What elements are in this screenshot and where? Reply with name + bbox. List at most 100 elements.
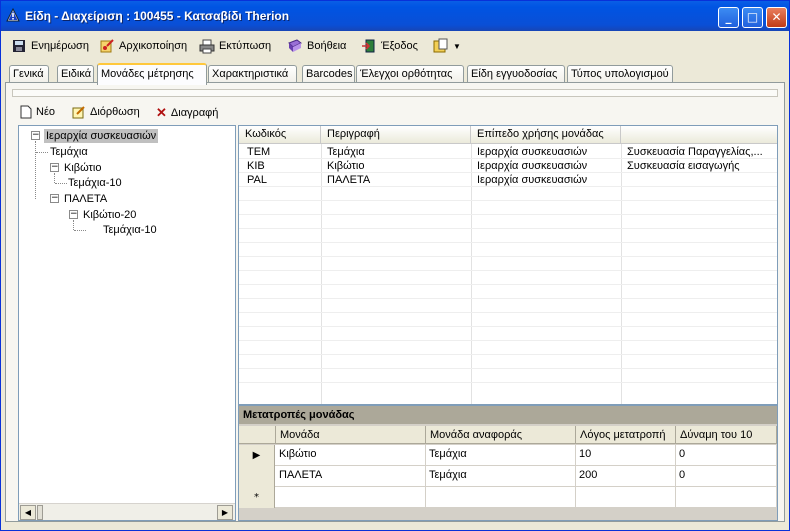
tab-panel-measurement-units: Νέο Διόρθωση ✕ Διαγραφή − Ιεραρχία συσκε… (5, 82, 785, 522)
table-cell[interactable]: Συσκευασία Παραγγελίας,... (621, 145, 777, 159)
table-cell[interactable]: TEM (241, 145, 321, 159)
new-button[interactable]: Νέο (20, 105, 55, 119)
table-cell[interactable]: 200 (576, 466, 676, 487)
table-cell[interactable]: Τεμάχια (426, 466, 576, 487)
tree-node[interactable]: ΠΑΛΕΤΑ (64, 192, 107, 206)
delete-button[interactable]: ✕ Διαγραφή (156, 105, 218, 121)
col-header-extra[interactable] (621, 126, 777, 144)
table-cell[interactable]: Τεμάχια (426, 445, 576, 466)
table-cell[interactable]: Ιεραρχία συσκευασιών (471, 173, 621, 187)
table-row[interactable]: ▶ Κιβώτιο Τεμάχια 10 0 (239, 445, 777, 466)
folder-menu-icon (433, 38, 448, 53)
tab-general[interactable]: Γενικά (9, 65, 49, 83)
table-cell[interactable]: Κιβώτιο (321, 159, 471, 173)
col-header-reference-unit[interactable]: Μονάδα αναφοράς (426, 426, 576, 444)
help-label: Βοήθεια (307, 40, 347, 52)
edit-icon (72, 106, 85, 119)
exit-icon (362, 39, 375, 53)
table-cell[interactable]: Συσκευασία εισαγωγής (621, 159, 777, 173)
collapse-node-icon[interactable]: − (50, 163, 59, 172)
table-cell[interactable]: 0 (676, 466, 777, 487)
table-cell[interactable]: Ιεραρχία συσκευασιών (471, 145, 621, 159)
main-window: Είδη - Διαχείριση : 100455 - Κατσαβίδι T… (0, 0, 790, 531)
table-cell[interactable]: Κιβώτιο (276, 445, 426, 466)
toolbar: Ενημέρωση Αρχικοποίηση Εκτύπωση Βοήθεια … (5, 35, 785, 57)
row-selector[interactable] (239, 466, 275, 487)
help-button[interactable]: Βοήθεια (287, 35, 346, 57)
units-grid[interactable]: Κωδικός Περιγραφή Επίπεδο χρήσης μονάδας (238, 125, 778, 405)
table-cell[interactable]: Ιεραρχία συσκευασιών (471, 159, 621, 173)
new-row[interactable]: * (239, 487, 777, 508)
window-title: Είδη - Διαχείριση : 100455 - Κατσαβίδι T… (25, 9, 290, 23)
table-cell[interactable] (676, 487, 777, 508)
new-row-asterisk-icon[interactable]: * (239, 487, 275, 508)
tab-measurement-units[interactable]: Μονάδες μέτρησης (97, 63, 207, 85)
close-icon: ✕ (771, 10, 782, 24)
panel-separator (12, 89, 778, 97)
edit-label: Διόρθωση (90, 106, 140, 118)
minimize-icon: _ (725, 10, 732, 24)
tree-node[interactable]: Τεμάχια-10 (68, 176, 122, 190)
scroll-right-icon[interactable]: ▶ (217, 505, 233, 520)
table-cell[interactable] (621, 173, 777, 187)
table-cell[interactable] (426, 487, 576, 508)
row-header-corner (239, 426, 276, 444)
current-row-arrow-icon[interactable]: ▶ (239, 445, 275, 466)
tree-node[interactable]: Κιβώτιο-20 (83, 208, 136, 222)
tree-root-node[interactable]: Ιεραρχία συσκευασιών (44, 129, 159, 143)
print-button[interactable]: Εκτύπωση (199, 35, 271, 57)
reset-icon (100, 39, 114, 53)
scroll-left-icon[interactable]: ◀ (20, 505, 36, 520)
table-cell[interactable]: PAL (241, 173, 321, 187)
table-row[interactable]: ΠΑΛΕΤΑ Τεμάχια 200 0 (239, 466, 777, 487)
collapse-node-icon[interactable]: − (69, 210, 78, 219)
table-cell[interactable]: 0 (676, 445, 777, 466)
conversions-title: Μετατροπές μονάδας (239, 406, 777, 424)
printer-icon (199, 39, 215, 54)
edit-button[interactable]: Διόρθωση (72, 105, 140, 119)
table-cell[interactable]: 10 (576, 445, 676, 466)
folder-menu-button[interactable]: ▼ (433, 35, 461, 57)
tree-horizontal-scrollbar[interactable]: ◀ ▶ (19, 503, 235, 520)
print-label: Εκτύπωση (219, 40, 272, 52)
scroll-thumb[interactable] (37, 505, 43, 520)
tab-barcodes[interactable]: Barcodes (302, 65, 355, 83)
close-button[interactable]: ✕ (766, 7, 787, 28)
collapse-root-icon[interactable]: − (31, 131, 40, 140)
exit-button[interactable]: Έξοδος (361, 35, 418, 57)
minimize-button[interactable]: _ (718, 7, 739, 28)
title-bar[interactable]: Είδη - Διαχείριση : 100455 - Κατσαβίδι T… (1, 1, 789, 31)
tree-node[interactable]: Κιβώτιο (64, 161, 101, 175)
tree-node[interactable]: Τεμάχια-10 (103, 223, 157, 237)
packaging-tree[interactable]: − Ιεραρχία συσκευασιών Τεμάχια − Κιβώτιο… (18, 125, 236, 521)
tab-special[interactable]: Ειδικά (57, 65, 94, 83)
tab-characteristics[interactable]: Χαρακτηριστικά (208, 65, 297, 83)
table-cell[interactable]: KIB (241, 159, 321, 173)
delete-label: Διαγραφή (170, 107, 219, 119)
table-cell[interactable]: ΠΑΛΕΤΑ (276, 466, 426, 487)
unit-conversions-panel: Μετατροπές μονάδας Μονάδα Μονάδα αναφορά… (238, 405, 778, 521)
collapse-node-icon[interactable]: − (50, 194, 59, 203)
col-header-power-of-ten[interactable]: Δύναμη του 10 (676, 426, 777, 444)
new-label: Νέο (36, 106, 55, 118)
update-button[interactable]: Ενημέρωση (11, 35, 89, 57)
table-cell[interactable]: Τεμάχια (321, 145, 471, 159)
maximize-button[interactable]: □ (742, 7, 763, 28)
tree-node[interactable]: Τεμάχια (50, 145, 88, 159)
col-header-usage-level[interactable]: Επίπεδο χρήσης μονάδας (471, 126, 621, 144)
help-book-icon (288, 39, 302, 52)
table-cell[interactable] (276, 487, 426, 508)
col-header-conversion-ratio[interactable]: Λόγος μετατροπή (576, 426, 676, 444)
table-cell[interactable]: ΠΑΛΕΤΑ (321, 173, 471, 187)
tab-validation-checks[interactable]: Έλεγχοι ορθότητας (356, 65, 464, 83)
col-header-description[interactable]: Περιγραφή (321, 126, 471, 144)
warning-triangle-icon (6, 8, 20, 22)
action-bar: Νέο Διόρθωση ✕ Διαγραφή (20, 105, 420, 123)
col-header-unit[interactable]: Μονάδα (276, 426, 426, 444)
tab-warranty-items[interactable]: Είδη εγγυοδοσίας (467, 65, 565, 83)
initialize-button[interactable]: Αρχικοποίηση (99, 35, 187, 57)
tab-calculation-type[interactable]: Τύπος υπολογισμού (567, 65, 673, 83)
table-cell[interactable] (576, 487, 676, 508)
col-header-code[interactable]: Κωδικός (239, 126, 321, 144)
tab-strip: Γενικά Ειδικά Μονάδες μέτρησης Χαρακτηρι… (9, 63, 789, 85)
